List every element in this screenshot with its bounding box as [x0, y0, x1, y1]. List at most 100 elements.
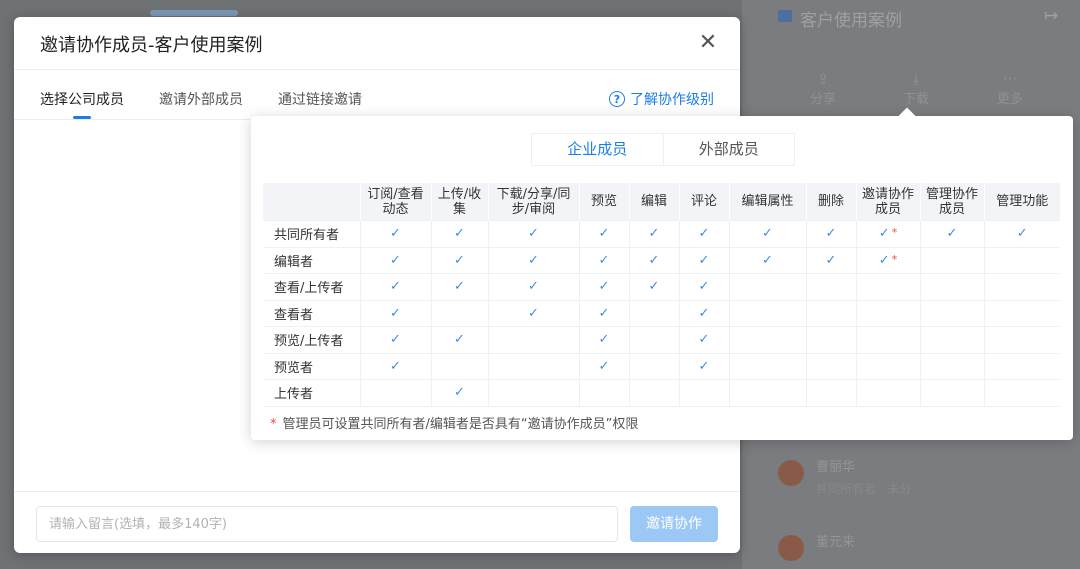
permission-cell: ✓ — [728, 246, 807, 274]
invite-button[interactable]: 邀请协作 — [630, 506, 718, 542]
column-header: 下载/分享/同步/审阅 — [487, 183, 579, 221]
check-icon: ✓ — [698, 279, 710, 295]
check-icon: ✓ — [390, 332, 401, 348]
permission-table: 订阅/查看动态 上传/收集 下载/分享/同步/审阅 预览 编辑 评论 编辑属性 删除 邀请协作成… — [263, 183, 1060, 407]
column-header-role — [263, 183, 360, 221]
permission-cell — [728, 273, 807, 301]
share-icon: ⇪ — [816, 70, 830, 88]
column-header: 预览 — [578, 183, 629, 221]
check-icon: ✓ — [698, 305, 710, 321]
check-icon: ✓ — [825, 226, 837, 242]
permission-cell: ✓ — [359, 220, 432, 248]
tab-company-members[interactable]: 选择公司成员 — [40, 89, 124, 119]
check-icon: ✓ — [390, 279, 401, 295]
check-icon: ✓ — [528, 252, 539, 268]
check-icon: ✓ — [878, 252, 890, 268]
permission-cell — [578, 379, 630, 407]
check-icon: ✓ — [598, 305, 610, 321]
exit-icon: ↦ — [1044, 6, 1059, 26]
permission-cell: ✓ — [578, 352, 630, 380]
permission-cell — [855, 352, 921, 380]
permission-cell — [805, 352, 857, 380]
permission-cell: ✓ — [430, 220, 489, 248]
permission-cell — [728, 326, 807, 354]
permission-cell: ✓ — [430, 379, 489, 407]
permission-cell: ✓ * — [855, 246, 921, 274]
check-icon: ✓ — [390, 305, 401, 321]
table-row: 共同所有者 ✓ ✓ ✓ ✓ ✓ ✓ ✓ ✓ ✓ * ✓ ✓ — [263, 220, 1060, 248]
permission-cell: ✓ — [430, 273, 489, 301]
permission-cell: ✓ — [359, 326, 432, 354]
message-input[interactable] — [36, 506, 618, 542]
permission-cell: ✓ — [578, 220, 630, 248]
segment-external-members[interactable]: 外部成员 — [662, 134, 795, 165]
permission-cell: ✓ — [487, 246, 580, 274]
permission-cell — [805, 299, 857, 327]
permission-cell — [919, 352, 985, 380]
role-name: 编辑者 — [263, 246, 361, 274]
member-type-switch: 企业成员 外部成员 — [531, 133, 795, 166]
asterisk-icon: * — [270, 417, 277, 432]
permission-cell — [855, 379, 921, 407]
background-panel-title: 客户使用案例 — [800, 11, 902, 31]
permission-cell: ✓ — [578, 246, 630, 274]
permission-cell — [855, 273, 921, 301]
permission-cell — [487, 379, 580, 407]
table-row: 预览/上传者 ✓ ✓ ✓ ✓ — [263, 326, 1060, 354]
check-icon: ✓ — [762, 252, 773, 268]
permission-cell: ✓ — [805, 220, 857, 248]
permission-note: * 管理员可设置共同所有者/编辑者是否具有“邀请协作成员”权限 — [270, 413, 638, 432]
tab-external-members[interactable]: 邀请外部成员 — [159, 89, 243, 119]
check-icon: ✓ — [598, 226, 610, 242]
check-icon: ✓ — [454, 385, 465, 401]
segment-enterprise-members[interactable]: 企业成员 — [532, 134, 663, 165]
column-header: 评论 — [678, 183, 729, 221]
tab-link-invite[interactable]: 通过链接邀请 — [278, 89, 362, 119]
permission-cell — [805, 273, 857, 301]
check-icon: ✓ — [454, 226, 465, 242]
table-row: 上传者 ✓ — [263, 379, 1060, 407]
asterisk-icon: * — [891, 226, 898, 240]
role-name: 预览者 — [263, 352, 361, 380]
collaboration-levels-link[interactable]: ? 了解协作级别 — [609, 89, 714, 109]
permission-cell — [983, 379, 1060, 407]
check-icon: ✓ — [390, 358, 401, 374]
background-action-label: 下载 — [902, 92, 929, 107]
close-button[interactable]: ✕ — [696, 31, 720, 55]
column-header: 编辑 — [628, 183, 679, 221]
role-name: 共同所有者 — [263, 220, 361, 248]
permission-cell: ✓ — [578, 273, 630, 301]
permission-cell — [359, 379, 432, 407]
background-tab-indicator — [150, 10, 238, 16]
permission-cell — [728, 379, 807, 407]
permission-cell: ✓ — [359, 246, 432, 274]
check-icon: ✓ — [698, 332, 710, 348]
permission-cell — [919, 273, 985, 301]
permission-cell — [919, 326, 985, 354]
check-icon: ✓ — [648, 226, 660, 242]
permission-cell — [487, 352, 580, 380]
column-header: 上传/收集 — [430, 183, 488, 221]
check-icon: ✓ — [1016, 226, 1028, 242]
check-icon: ✓ — [390, 252, 401, 268]
background-action-download: ⤓ 下载 — [886, 70, 946, 107]
column-header: 管理协作成员 — [919, 183, 984, 221]
permission-cell — [983, 273, 1060, 301]
avatar — [778, 460, 804, 486]
permission-cell — [919, 246, 985, 274]
permission-cell: ✓ — [359, 299, 432, 327]
check-icon: ✓ — [946, 226, 958, 242]
permission-cell: ✓ — [430, 326, 489, 354]
permission-cell: ✓ — [805, 246, 857, 274]
permission-cell — [983, 299, 1060, 327]
check-icon: ✓ — [762, 226, 773, 242]
background-action-label: 分享 — [809, 92, 836, 107]
permission-cell — [919, 299, 985, 327]
table-row: 查看/上传者 ✓ ✓ ✓ ✓ ✓ ✓ — [263, 273, 1060, 301]
background-action-share: ⇪ 分享 — [793, 70, 853, 107]
permission-cell: ✓ — [628, 273, 680, 301]
permission-cell: ✓ — [628, 246, 680, 274]
dialog-title: 邀请协作成员-客户使用案例 — [40, 35, 263, 56]
permission-cell — [728, 299, 807, 327]
download-icon: ⤓ — [912, 70, 920, 88]
